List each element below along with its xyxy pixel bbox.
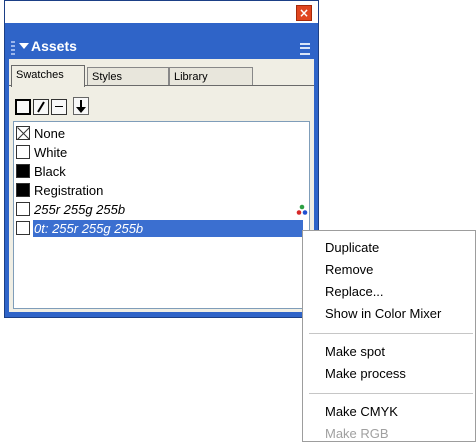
panel-options-icon[interactable] xyxy=(300,43,310,55)
context-menu: Duplicate Remove Replace... Show in Colo… xyxy=(302,230,476,442)
close-button[interactable]: × xyxy=(296,5,312,21)
registration-swatch-icon xyxy=(16,183,30,197)
swatch-list[interactable]: None White Black Registration 255r 255g … xyxy=(13,121,310,309)
menu-separator xyxy=(309,333,473,334)
tab-strip: Swatches Styles Library xyxy=(9,65,314,87)
panel-header[interactable]: Assets xyxy=(5,35,318,59)
swatch-label: White xyxy=(34,145,68,160)
none-swatch-icon xyxy=(16,126,30,140)
menu-item-remove[interactable]: Remove xyxy=(325,259,373,281)
swatch-label: Black xyxy=(34,164,66,179)
black-swatch-icon xyxy=(16,164,30,178)
list-item[interactable]: Black xyxy=(16,162,306,181)
menu-separator xyxy=(309,393,473,394)
stroke-swatch-icon[interactable] xyxy=(33,99,49,115)
drag-grip-icon[interactable] xyxy=(11,41,15,55)
panel-titlebar: × xyxy=(5,1,318,23)
menu-item-show-in-color-mixer[interactable]: Show in Color Mixer xyxy=(325,303,441,325)
menu-item-make-cmyk[interactable]: Make CMYK xyxy=(325,401,398,423)
tab-swatches[interactable]: Swatches xyxy=(11,65,85,87)
menu-item-replace[interactable]: Replace... xyxy=(325,281,384,303)
panel-content: Swatches Styles Library None White Black… xyxy=(9,59,314,312)
rgb-color-icon xyxy=(296,204,308,215)
list-item[interactable]: White xyxy=(16,143,306,162)
swatch-label: None xyxy=(34,126,66,141)
collapse-arrow-icon[interactable] xyxy=(19,43,29,49)
list-item-selected[interactable]: 0t: 255r 255g 255b xyxy=(16,219,306,238)
swatch-label: 0t: 255r 255g 255b xyxy=(34,221,144,236)
swatch-label: 255r 255g 255b xyxy=(34,202,126,217)
tab-library[interactable]: Library xyxy=(169,67,253,85)
assets-panel: × Assets Swatches Styles Library None Wh… xyxy=(4,0,319,318)
list-item[interactable]: Registration xyxy=(16,181,306,200)
swap-arrow-icon[interactable] xyxy=(73,97,89,115)
white-swatch-icon xyxy=(16,145,30,159)
text-swatch-icon[interactable] xyxy=(51,99,67,115)
menu-item-duplicate[interactable]: Duplicate xyxy=(325,237,379,259)
swatch-label: Registration xyxy=(34,183,104,198)
panel-title: Assets xyxy=(31,38,77,54)
tab-styles[interactable]: Styles xyxy=(87,67,169,85)
fill-swatch-icon[interactable] xyxy=(15,99,31,115)
white-swatch-icon xyxy=(16,221,30,235)
menu-item-make-spot[interactable]: Make spot xyxy=(325,341,385,363)
menu-item-make-process[interactable]: Make process xyxy=(325,363,406,385)
list-item[interactable]: 255r 255g 255b xyxy=(16,200,308,219)
white-swatch-icon xyxy=(16,202,30,216)
list-item[interactable]: None xyxy=(16,124,306,143)
